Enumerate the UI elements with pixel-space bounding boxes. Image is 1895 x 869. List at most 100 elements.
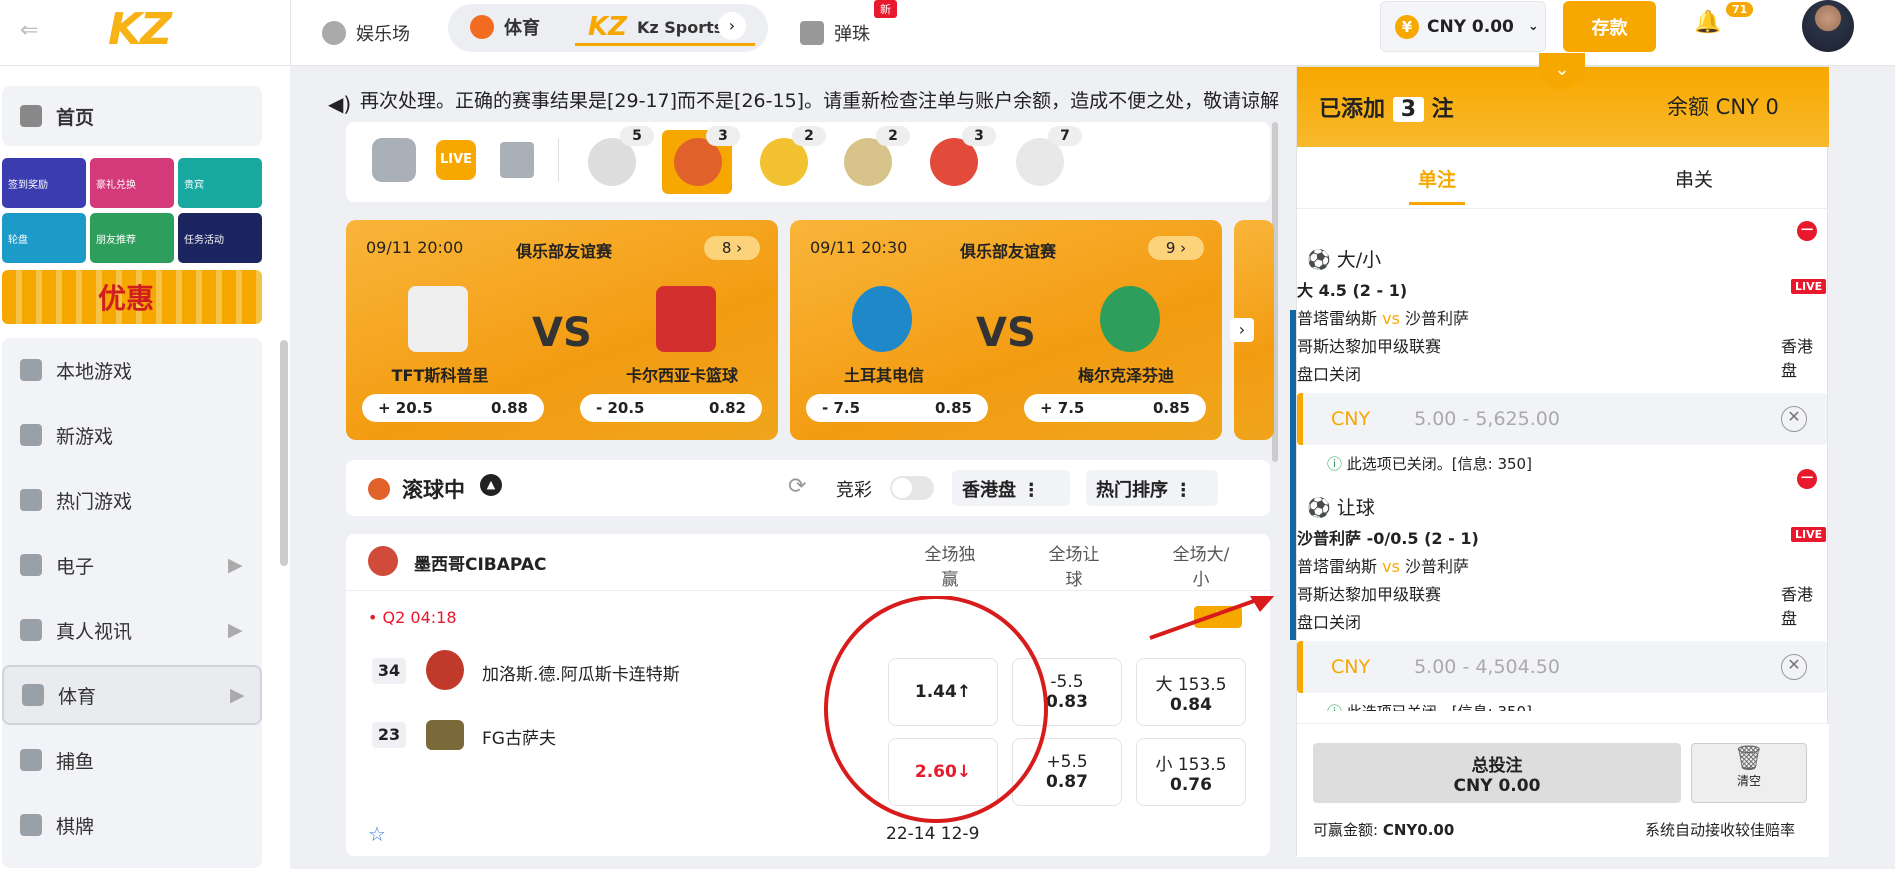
rocket-icon	[20, 424, 42, 446]
stake-input[interactable]: CNY 5.00 - 4,504.50 ✕	[1297, 641, 1827, 693]
match-card[interactable]: 09/11 20:00 俱乐部友谊赛 8 › VS TFT斯科普里 卡尔西亚卡篮…	[346, 220, 778, 440]
bet-slip-header: 已添加 3 注 余额 CNY 0 ⌄	[1297, 53, 1829, 147]
league-name: 墨西哥CIBAPAC	[414, 555, 547, 575]
nav-casino[interactable]: 娱乐场	[322, 14, 410, 52]
game-clock: • Q2 04:18	[368, 608, 457, 627]
collapse-icon[interactable]: ▲	[480, 474, 502, 496]
avatar[interactable]	[1802, 0, 1854, 52]
promo-signin[interactable]: 签到奖励	[2, 158, 86, 208]
kz-sports-label[interactable]: KZ Kz Sports	[588, 8, 723, 46]
slip-edge-bar	[1290, 310, 1296, 640]
jingcai-toggle[interactable]	[890, 476, 934, 500]
place-bet-button[interactable]: 总投注 CNY 0.00	[1313, 743, 1681, 803]
slots-icon	[20, 554, 42, 576]
sidebar-item-slots[interactable]: 电子 ▶	[2, 535, 262, 595]
chevron-right-icon[interactable]: ›	[718, 12, 746, 40]
live-title: 滚球中	[402, 478, 465, 502]
remove-bet-icon[interactable]: −	[1797, 469, 1817, 489]
collapse-slip-icon[interactable]: ⌄	[1539, 53, 1585, 89]
deposit-button[interactable]: 存款	[1563, 1, 1656, 52]
market-count[interactable]: 9 ›	[1148, 236, 1204, 260]
sidebar-scrollbar[interactable]	[280, 340, 288, 566]
bell-icon[interactable]: 🔔	[1694, 10, 1721, 35]
slip-tabs: 单注 串关	[1297, 147, 1829, 209]
yen-coin-icon: ¥	[1395, 14, 1419, 39]
clear-button[interactable]: 🗑 清空	[1691, 743, 1807, 803]
carousel-next-icon[interactable]: ›	[1230, 318, 1254, 342]
match-card[interactable]: 09/11 20:30 俱乐部友谊赛 9 › VS 土耳其电信 梅尔克泽芬迪 -…	[790, 220, 1222, 440]
promo-wheel[interactable]: 轮盘	[2, 213, 86, 263]
odds-button[interactable]: + 7.5 0.85	[1024, 394, 1206, 422]
bets-added: 已添加 3 注	[1319, 97, 1454, 122]
sidebar-item-sports[interactable]: 体育 ▶	[2, 665, 262, 725]
sidebar-item-hot[interactable]: 热门游戏	[2, 470, 262, 530]
chip-icon	[20, 619, 42, 641]
star-icon[interactable]: ☆	[368, 822, 386, 846]
nav-pinball[interactable]: 弹珠	[800, 14, 870, 52]
team-logo	[656, 286, 716, 352]
promo-exchange[interactable]: 豪礼兑换	[90, 158, 174, 208]
closed-note: ⓘ 此选项已关闭。[信息: 350]	[1327, 701, 1532, 711]
schedule-icon[interactable]	[500, 142, 534, 178]
odds-button[interactable]: + 20.5 0.88	[362, 394, 544, 422]
annotation-overlay	[824, 596, 1275, 823]
announcement-ticker[interactable]: 再次处理。正确的赛事结果是[29-17]而不是[26-15]。请重新检查注单与账…	[360, 86, 1330, 113]
chevron-right-icon: ▶	[230, 684, 245, 706]
promo-vip[interactable]: 贵宾	[178, 158, 262, 208]
trash-icon: 🗑	[1733, 744, 1765, 772]
highlight-circle	[824, 596, 1048, 823]
sidebar-item-cards[interactable]: 棋牌	[2, 795, 262, 855]
sport-filter-bar: LIVE 5 3 2 2 3 7	[346, 122, 1270, 202]
league-icon	[368, 546, 398, 576]
market-count[interactable]: 8 ›	[704, 236, 760, 260]
sidebar-item-local[interactable]: 本地游戏	[2, 340, 262, 400]
arrow-head	[1250, 596, 1275, 612]
soccer-icon: ⚽ 让球	[1307, 497, 1375, 519]
nav-sports[interactable]: 体育	[470, 8, 540, 46]
tab-parlay[interactable]: 串关	[1675, 165, 1713, 192]
promo-referral[interactable]: 朋友推荐	[90, 213, 174, 263]
chevron-right-icon: ▶	[228, 554, 243, 576]
remove-bet-icon[interactable]: −	[1797, 221, 1817, 241]
new-badge: 新	[874, 0, 897, 18]
live-section-bar: 滚球中 ▲ ⟳ 竞彩 香港盘 ⋮ 热门排序 ⋮	[346, 460, 1270, 516]
tab-single[interactable]: 单注	[1409, 165, 1465, 205]
collapse-menu-icon[interactable]: ⇐	[20, 18, 38, 43]
auto-accept-note[interactable]: 系统自动接收较佳赔率	[1645, 819, 1795, 840]
speaker-icon: ◀)	[328, 92, 352, 116]
team-logo	[852, 286, 912, 352]
sidebar-item-fishing[interactable]: 捕鱼	[2, 730, 262, 790]
sports-ball-icon	[22, 684, 44, 706]
team-logo	[426, 650, 464, 690]
basketball-icon	[470, 15, 494, 39]
closed-note: ⓘ 此选项已关闭。[信息: 350]	[1327, 455, 1532, 473]
clear-input-icon[interactable]: ✕	[1781, 406, 1807, 432]
refresh-icon[interactable]: ⟳	[788, 474, 806, 499]
grid-icon[interactable]	[372, 138, 416, 182]
chevron-right-icon: ▶	[228, 619, 243, 641]
team-logo	[408, 286, 468, 352]
balance-dropdown[interactable]: ¥ CNY 0.00 ⌄	[1380, 1, 1546, 52]
sidebar-item-home[interactable]: 首页	[2, 86, 262, 146]
live-filter[interactable]: LIVE	[436, 140, 476, 180]
casino-icon	[322, 21, 346, 45]
stake-input[interactable]: CNY 5.00 - 5,625.00 ✕	[1297, 393, 1827, 445]
pinball-icon	[800, 21, 824, 45]
home-icon	[20, 105, 42, 127]
sidebar-item-new[interactable]: 新游戏	[2, 405, 262, 465]
odds-button[interactable]: - 20.5 0.82	[580, 394, 762, 422]
odds-format-dropdown[interactable]: 香港盘 ⋮	[952, 470, 1070, 506]
sort-dropdown[interactable]: 热门排序 ⋮	[1086, 470, 1218, 506]
promo-banner[interactable]: 优惠	[2, 270, 262, 324]
kz-logo[interactable]: KZ	[108, 4, 172, 55]
team-logo	[1100, 286, 1160, 352]
soccer-icon: ⚽ 大/小	[1307, 249, 1382, 271]
promo-tasks[interactable]: 任务活动	[178, 213, 262, 263]
sidebar-item-live-casino[interactable]: 真人视讯 ▶	[2, 600, 262, 660]
slip-balance: 余额 CNY 0	[1667, 95, 1779, 119]
annotation-arrow	[1149, 596, 1269, 640]
basketball-icon	[368, 478, 390, 500]
fish-icon	[20, 749, 42, 771]
odds-button[interactable]: - 7.5 0.85	[806, 394, 988, 422]
clear-input-icon[interactable]: ✕	[1781, 654, 1807, 680]
